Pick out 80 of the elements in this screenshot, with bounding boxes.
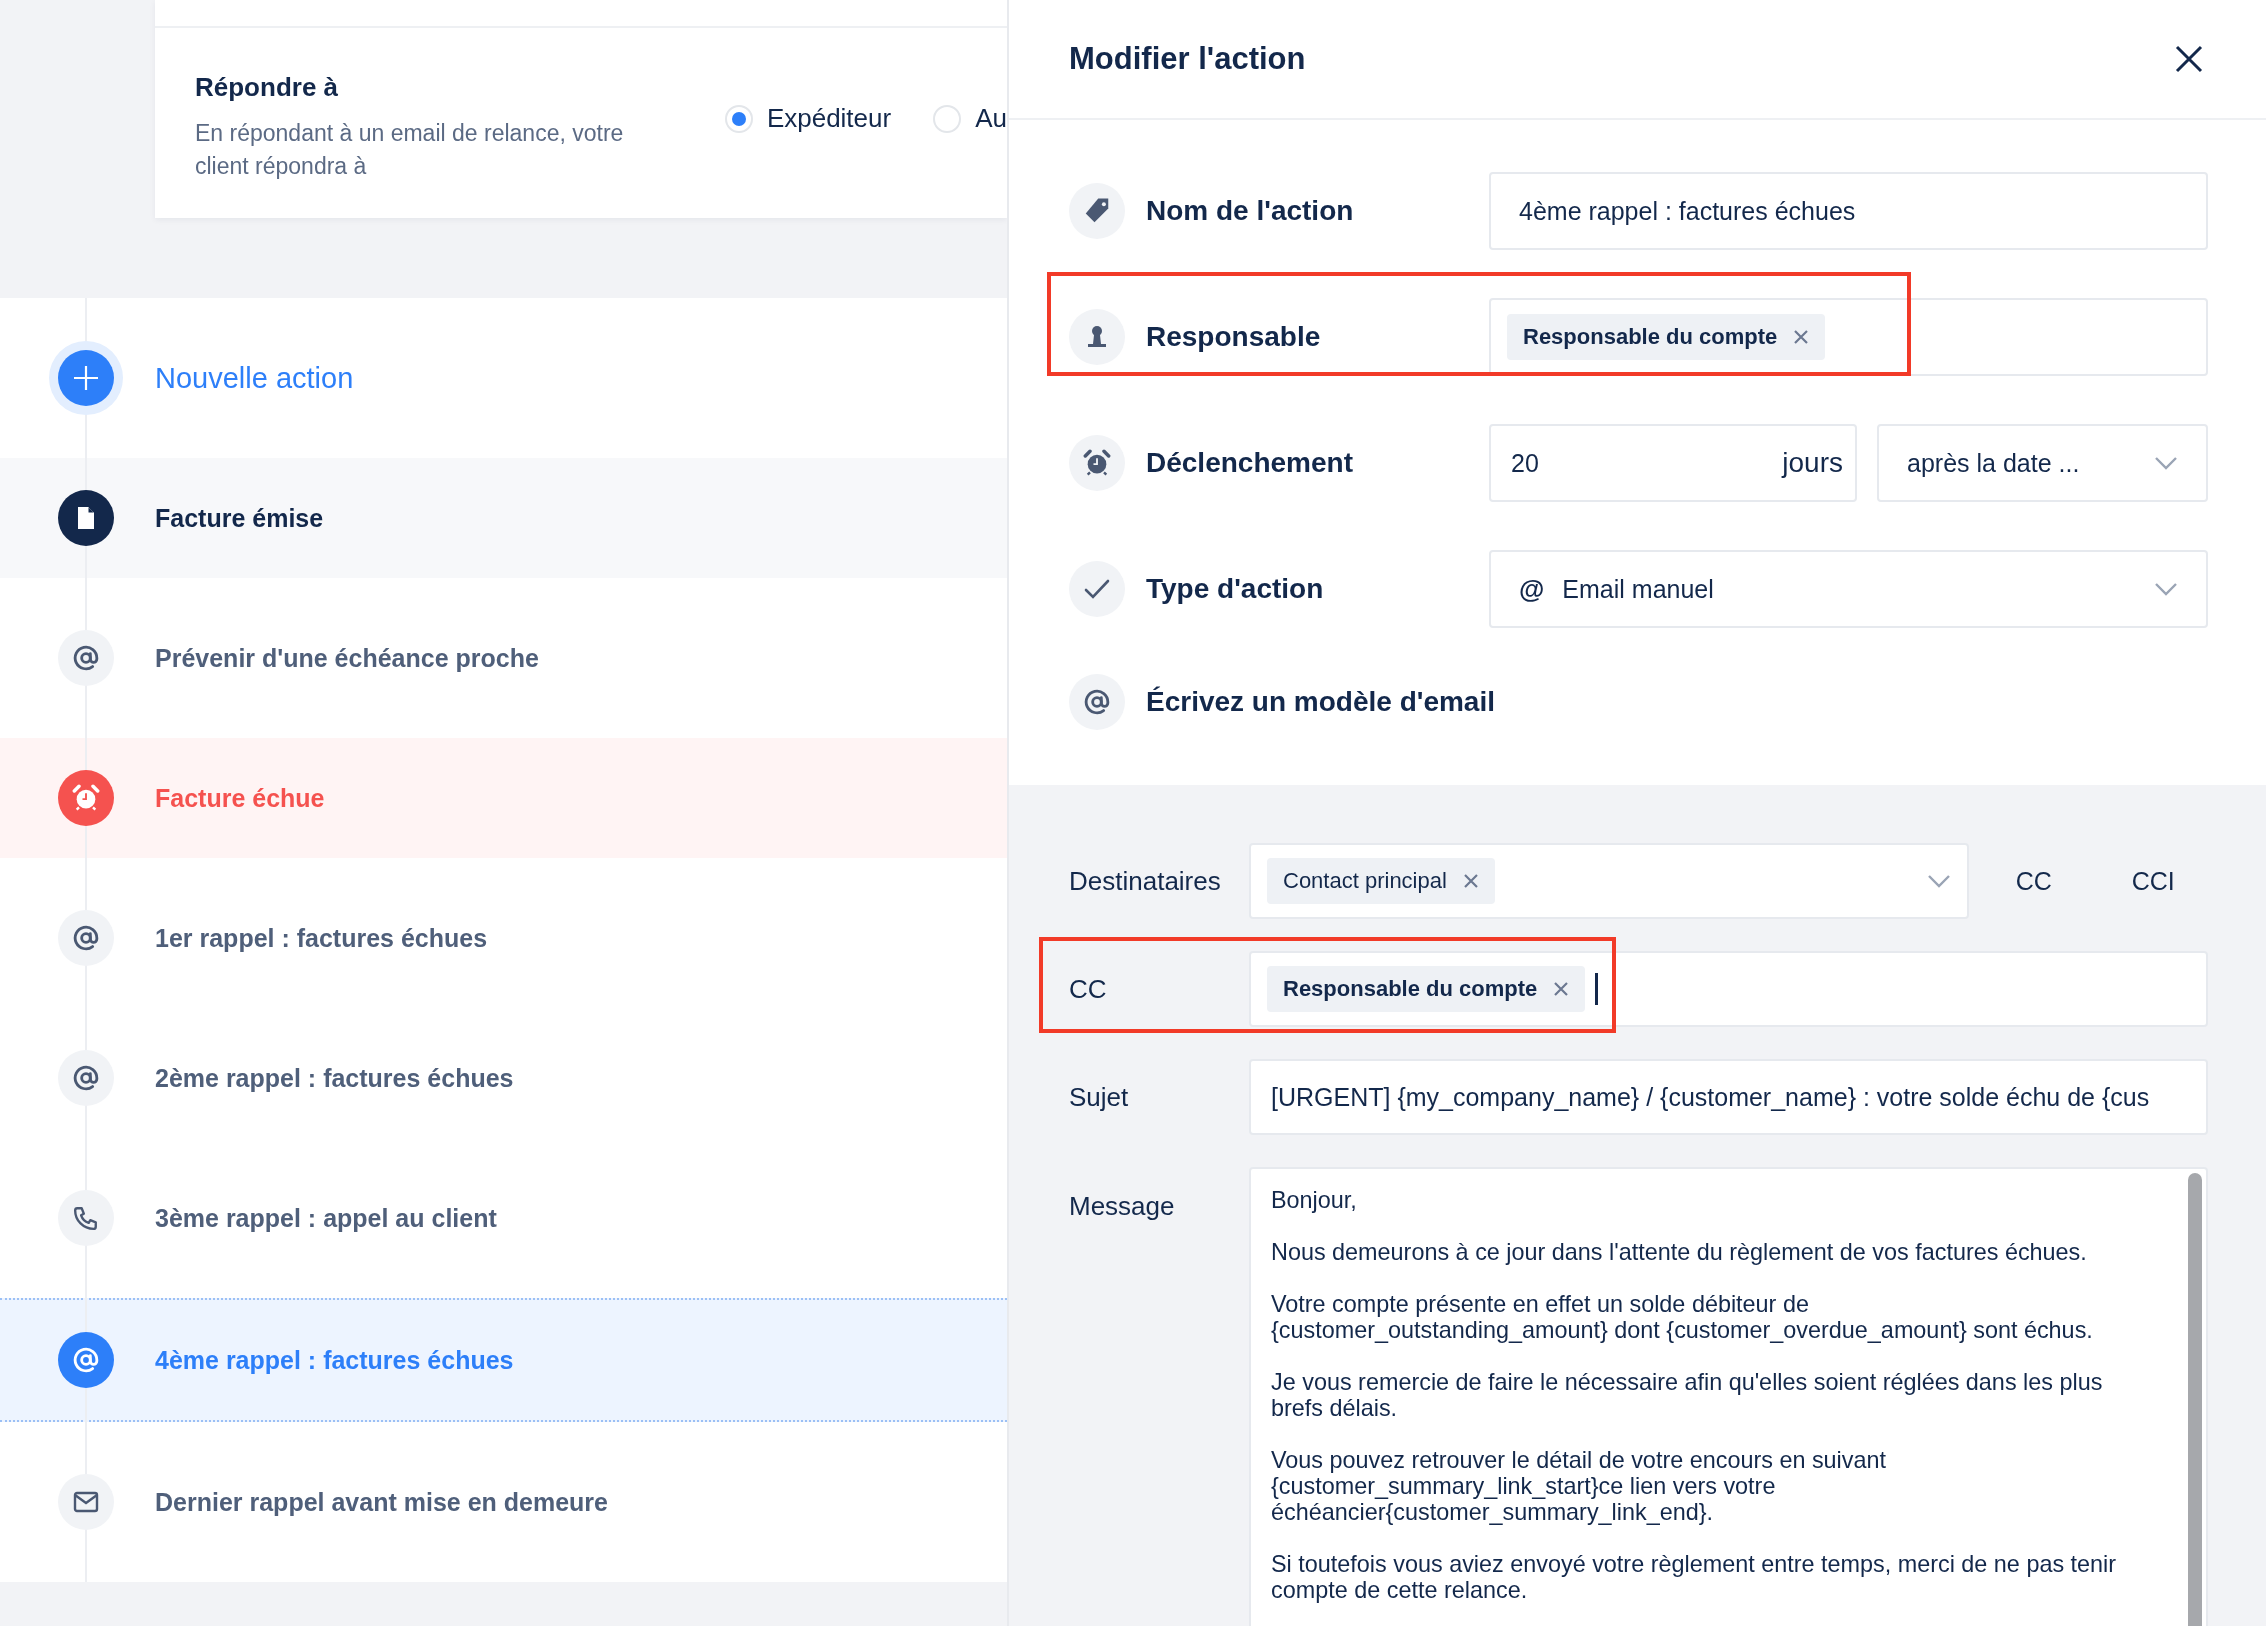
cc-field[interactable]: Responsable du compte	[1249, 951, 2208, 1027]
remove-icon[interactable]	[1793, 329, 1810, 345]
at-symbol: @	[1519, 573, 1545, 605]
chevron-down-icon	[1927, 874, 1951, 888]
recipient-tag[interactable]: Responsable du compte	[1267, 966, 1586, 1012]
field-label: Nom de l'action	[1146, 195, 1354, 227]
step-label: 2ème rappel : factures échues	[155, 1063, 514, 1093]
step-label: 4ème rappel : factures échues	[155, 1345, 514, 1375]
cc-toggle[interactable]: CC	[1979, 866, 2089, 896]
message-paragraph: Bonjour,	[1271, 1187, 1358, 1213]
unit-label: jours	[1782, 447, 1843, 479]
section-heading: Écrivez un modèle d'email	[1146, 686, 1495, 718]
radio-label: Expéditeur	[766, 103, 892, 134]
message-paragraph: Nous demeurons à ce jour dans l'attente du règlement de vos factures échues.	[1271, 1239, 2088, 1265]
select-value: après la date ...	[1907, 448, 2080, 478]
section-title: Répondre à	[195, 72, 340, 103]
field-label: Responsable	[1146, 321, 1321, 353]
step-label: Facture échue	[155, 783, 325, 813]
step-label: 1er rappel : factures échues	[155, 923, 488, 953]
step-label: Dernier rappel avant mise en demeure	[155, 1487, 608, 1517]
chevron-down-icon	[2154, 456, 2178, 470]
timeline-row[interactable]: Dernier rappel avant mise en demeure	[0, 1442, 1007, 1562]
cci-toggle[interactable]: CCI	[2098, 866, 2208, 896]
field-label: Message	[1069, 1190, 1176, 1222]
panel-title: Modifier l'action	[1069, 41, 1306, 77]
timeline-row[interactable]: 1er rappel : factures échues	[0, 878, 1007, 998]
chevron-down-icon	[2154, 582, 2178, 596]
recipient-tag[interactable]: Contact principal	[1267, 858, 1495, 904]
alarm-clock-icon	[72, 784, 100, 812]
days-value: 20	[1511, 448, 1539, 478]
reference-select[interactable]: après la date ...	[1877, 424, 2208, 502]
message-paragraph: Votre compte présente en effet un solde débiteur de {customer_outstanding_amount} dont {customer_overdue_amount} sont échus.	[1271, 1291, 2094, 1343]
timeline-row[interactable]: Prévenir d'une échéance proche	[0, 598, 1007, 718]
step-label: Facture émise	[155, 503, 324, 533]
plus-icon	[71, 363, 101, 393]
close-icon	[2174, 44, 2204, 74]
at-icon	[73, 925, 99, 951]
action-type-select[interactable]: @ Email manuel	[1489, 550, 2208, 628]
alarm-clock-icon	[1083, 449, 1111, 477]
at-icon	[73, 645, 99, 671]
step-label: Prévenir d'une échéance proche	[155, 643, 539, 673]
message-paragraph: Je vous remercie de faire le nécessaire afin qu'elles soient réglées dans les plus brefs délais.	[1271, 1369, 2104, 1421]
phone-icon	[73, 1205, 99, 1231]
person-icon	[1085, 324, 1109, 350]
timeline-row[interactable]: Facture émise	[0, 458, 1007, 578]
text-cursor	[1595, 973, 1599, 1005]
at-icon	[1084, 689, 1110, 715]
field-label: Sujet	[1069, 1081, 1130, 1113]
timeline-row[interactable]: 3ème rappel : appel au client	[0, 1158, 1007, 1278]
recipient-tag[interactable]: Responsable du compte	[1507, 314, 1826, 360]
action-name-field[interactable]: 4ème rappel : factures échues	[1489, 172, 2208, 250]
at-icon	[73, 1065, 99, 1091]
recipients-field[interactable]: Contact principal	[1249, 843, 1969, 919]
document-icon	[77, 506, 95, 530]
owner-field[interactable]: Responsable du compte	[1489, 298, 2208, 376]
new-action-link[interactable]: Nouvelle action	[155, 361, 354, 395]
tag-label: Responsable du compte	[1523, 324, 1778, 350]
days-field[interactable]: 20 jours	[1489, 424, 1857, 502]
radio-button[interactable]	[933, 104, 962, 133]
message-paragraph: Vous pouvez retrouver le détail de votre encours en suivant {customer_summary_link_start}ce lien vers votre échéancier{customer_summary_link_end}.	[1271, 1447, 1888, 1525]
step-label: 3ème rappel : appel au client	[155, 1203, 497, 1233]
message-paragraph: Si toutefois vous aviez envoyé votre règlement entre temps, merci de ne pas tenir compte de cette relance.	[1271, 1551, 2118, 1603]
field-label: Déclenchement	[1146, 447, 1353, 479]
timeline-row[interactable]: 2ème rappel : factures échues	[0, 1018, 1007, 1138]
check-icon	[1083, 577, 1111, 601]
select-value: Email manuel	[1562, 574, 1715, 604]
field-label: CC	[1069, 973, 1108, 1005]
field-label: Type d'action	[1146, 573, 1324, 605]
radio-button[interactable]	[724, 104, 753, 133]
field-label: Destinataires	[1069, 865, 1222, 897]
tag-label: Responsable du compte	[1283, 976, 1538, 1002]
subject-field[interactable]: [URGENT] {my_company_name} / {customer_name} : votre solde échu de {cus	[1249, 1059, 2208, 1135]
remove-icon[interactable]	[1462, 873, 1479, 889]
section-description: En répondant à un email de relance, votre client répondra à	[195, 119, 625, 181]
scrollbar-thumb[interactable]	[2188, 1173, 2202, 1626]
tag-label: Contact principal	[1283, 868, 1447, 894]
radio-label: Au	[975, 103, 1007, 134]
remove-icon[interactable]	[1553, 981, 1570, 997]
at-icon	[73, 1347, 99, 1373]
envelope-icon	[73, 1491, 99, 1513]
